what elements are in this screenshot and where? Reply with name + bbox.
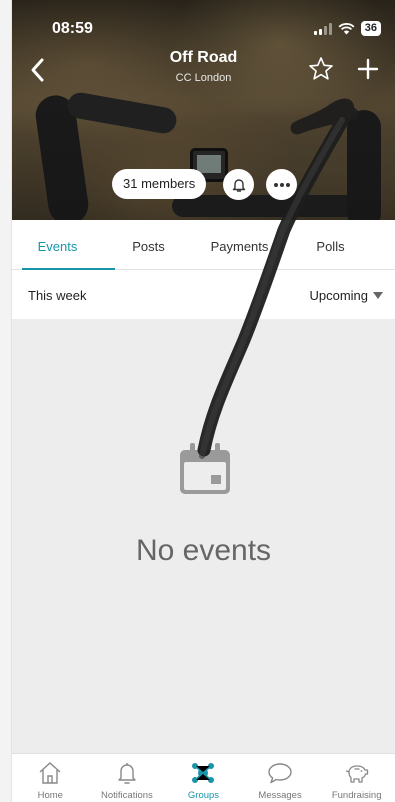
piggy-bank-icon xyxy=(345,765,368,783)
nav-home-label: Home xyxy=(37,790,63,801)
wifi-icon xyxy=(338,23,355,35)
cell-signal-icon xyxy=(313,22,332,35)
screen: 08:59 36 Off Road CC London 31 members E… xyxy=(0,0,395,802)
tab-polls[interactable]: Polls xyxy=(285,220,376,269)
sort-dropdown[interactable]: Upcoming xyxy=(309,288,383,303)
nav-messages-label: Messages xyxy=(258,790,302,801)
calendar-icon xyxy=(180,443,230,494)
tab-events[interactable]: Events xyxy=(12,220,115,270)
groups-icon xyxy=(192,763,215,783)
ellipsis-icon xyxy=(273,182,290,187)
bell-icon xyxy=(232,178,245,192)
filter-row: This week Upcoming xyxy=(12,271,395,319)
events-empty-state: No events xyxy=(12,319,395,753)
group-page: 08:59 36 Off Road CC London 31 members E… xyxy=(12,0,395,802)
nav-groups-label: Groups xyxy=(187,790,220,801)
nav-fundraising-label: Fundraising xyxy=(331,790,382,801)
no-events-message: No events xyxy=(135,534,272,567)
nav-home[interactable]: Home xyxy=(12,754,89,802)
tab-payments[interactable]: Payments xyxy=(194,220,285,269)
bell-icon xyxy=(118,763,136,784)
period-label: This week xyxy=(28,288,87,303)
notify-button[interactable] xyxy=(223,169,254,200)
more-options-button[interactable] xyxy=(266,169,297,200)
tab-posts[interactable]: Posts xyxy=(103,220,194,269)
status-time: 08:59 xyxy=(52,20,93,37)
battery-indicator: 36 xyxy=(360,21,381,36)
status-icons: 36 xyxy=(313,21,381,36)
nav-groups[interactable]: Groups xyxy=(165,754,242,802)
chat-bubble-icon xyxy=(268,763,292,784)
caret-down-icon xyxy=(373,292,383,299)
nav-fundraising[interactable]: Fundraising xyxy=(318,754,395,802)
plus-icon[interactable] xyxy=(357,58,379,80)
section-tabs: Events Posts Payments Polls xyxy=(12,220,395,270)
members-button[interactable]: 31 members xyxy=(112,169,207,199)
nav-messages[interactable]: Messages xyxy=(242,754,319,802)
group-subtitle: CC London xyxy=(175,72,232,84)
group-title: Off Road xyxy=(169,49,238,66)
background-page-edge xyxy=(0,0,12,802)
star-icon[interactable] xyxy=(308,56,334,82)
home-icon xyxy=(39,762,61,784)
bottom-navigation: Home Notifications Groups Messages Fundr… xyxy=(12,753,395,802)
sort-dropdown-label: Upcoming xyxy=(309,288,368,303)
nav-notifications-label: Notifications xyxy=(101,790,153,801)
nav-notifications[interactable]: Notifications xyxy=(89,754,166,802)
